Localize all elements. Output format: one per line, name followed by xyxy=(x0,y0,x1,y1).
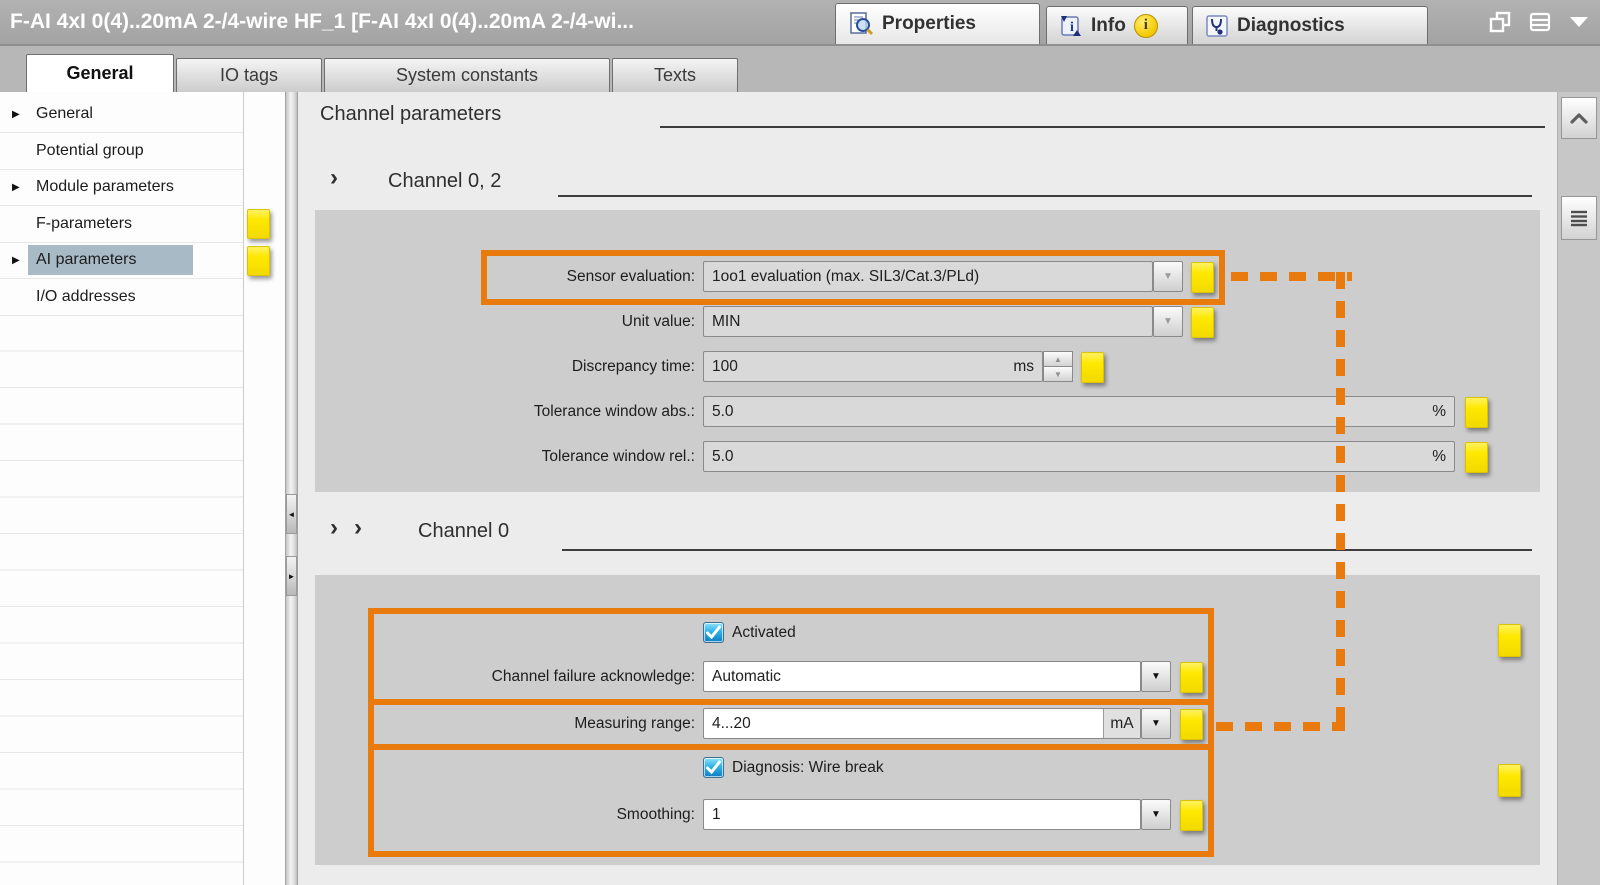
tolerance-abs-unit: % xyxy=(1432,402,1446,420)
section-chevron-icon[interactable]: › xyxy=(354,516,362,540)
connector-dash-top xyxy=(1231,272,1352,281)
highlight-box-sensor-evaluation xyxy=(481,250,1225,305)
heading-rule xyxy=(660,126,1545,128)
spin-down-icon[interactable]: ▼ xyxy=(1043,366,1073,382)
collapse-left-icon: ◄ xyxy=(287,509,296,519)
unit-value-label: Unit value: xyxy=(621,313,695,330)
nav-item-label: Module parameters xyxy=(36,178,174,195)
heading-rule xyxy=(558,195,1532,197)
change-marker-ai-parameters xyxy=(247,246,270,276)
section-chevron-icon[interactable]: › xyxy=(330,166,338,190)
tolerance-rel-label: Tolerance window rel.: xyxy=(541,448,695,465)
splitter-collapse-right-button[interactable]: ► xyxy=(286,556,297,596)
unit-value-select[interactable]: MIN xyxy=(703,306,1153,337)
nav-item-ai-parameters[interactable]: ▶ AI parameters xyxy=(0,242,243,279)
connector-dash-vertical xyxy=(1336,272,1345,731)
nav-empty-rows xyxy=(0,315,243,885)
tolerance-abs-label: Tolerance window abs.: xyxy=(533,403,695,420)
highlight-box-diagnosis-smoothing xyxy=(368,744,1214,857)
change-marker-tolerance-rel xyxy=(1465,442,1488,473)
tab-diagnostics-label: Diagnostics xyxy=(1237,14,1345,36)
tolerance-rel-value: 5.0 xyxy=(712,447,734,465)
minimize-pane-icon[interactable] xyxy=(1568,14,1590,30)
spin-up-icon[interactable]: ▲ xyxy=(1043,351,1073,366)
float-pane-icon[interactable] xyxy=(1488,10,1512,34)
info-icon: i xyxy=(1061,15,1081,36)
unit-value-value: MIN xyxy=(712,312,741,330)
subtab-system-constants[interactable]: System constants xyxy=(324,58,610,92)
list-icon xyxy=(1571,210,1587,227)
nav-item-label: General xyxy=(36,105,93,122)
dropdown-arrow-icon: ▼ xyxy=(1163,316,1173,327)
highlight-box-activated-failure-ack xyxy=(368,608,1214,705)
discrepancy-time-unit: ms xyxy=(1013,357,1034,375)
scroll-menu-button[interactable] xyxy=(1561,196,1597,240)
collapse-pane-icon[interactable] xyxy=(1528,10,1552,34)
discrepancy-time-input[interactable]: 100 ms xyxy=(703,351,1043,382)
nav-item-io-addresses[interactable]: I/O addresses xyxy=(0,279,243,316)
subtab-texts[interactable]: Texts xyxy=(612,58,738,92)
tab-diagnostics[interactable]: Diagnostics xyxy=(1192,6,1428,44)
change-marker-tolerance-abs xyxy=(1465,397,1488,428)
nav-item-label: Potential group xyxy=(36,141,144,159)
nav-splitter[interactable] xyxy=(285,92,298,885)
subtab-general[interactable]: General xyxy=(26,54,174,92)
subtab-io-tags-label: IO tags xyxy=(219,65,279,85)
module-title: F-AI 4xI 0(4)..20mA 2-/4-wire HF_1 [F-AI… xyxy=(10,10,634,33)
chevron-up-icon xyxy=(1570,113,1588,124)
inspector-window: F-AI 4xI 0(4)..20mA 2-/4-wire HF_1 [F-AI… xyxy=(0,0,1600,885)
splitter-collapse-left-button[interactable]: ◄ xyxy=(286,494,297,534)
expand-arrow-icon[interactable]: ▶ xyxy=(12,255,20,266)
info-alert-icon: i xyxy=(1133,13,1158,38)
tolerance-abs-value: 5.0 xyxy=(712,402,734,420)
discrepancy-time-value: 100 xyxy=(712,357,738,375)
tab-properties[interactable]: Properties xyxy=(835,3,1040,44)
unit-value-dropdown-button[interactable]: ▼ xyxy=(1153,306,1183,337)
nav-item-label: F-parameters xyxy=(36,214,133,232)
collapse-right-icon: ► xyxy=(287,571,296,581)
change-marker-f-parameters xyxy=(247,209,270,239)
section2-heading: Channel 0 xyxy=(418,520,510,542)
change-marker-discrepancy-time xyxy=(1081,352,1104,383)
discrepancy-time-spinner[interactable]: ▲ ▼ xyxy=(1043,351,1073,382)
titlebar: F-AI 4xI 0(4)..20mA 2-/4-wire HF_1 [F-AI… xyxy=(0,0,1600,46)
change-marker-diagnosis xyxy=(1498,764,1521,797)
tolerance-rel-unit: % xyxy=(1432,447,1446,465)
expand-arrow-icon[interactable]: ▶ xyxy=(12,182,20,193)
nav-item-module-parameters[interactable]: ▶ Module parameters xyxy=(0,169,243,206)
tab-info-label: Info xyxy=(1091,14,1126,36)
section-chevron-icon[interactable]: › xyxy=(330,516,338,540)
change-marker-unit-value xyxy=(1191,307,1214,338)
diagnostics-icon xyxy=(1206,14,1228,37)
subtab-system-constants-label: System constants xyxy=(395,65,539,85)
nav-item-general[interactable]: ▶ General xyxy=(0,96,243,133)
highlight-box-measuring-range xyxy=(368,699,1214,750)
page-title: Channel parameters xyxy=(320,103,502,125)
heading-rule xyxy=(562,549,1532,551)
nav-item-label: I/O addresses xyxy=(36,287,136,305)
nav-divider xyxy=(243,92,244,885)
change-marker-activated xyxy=(1498,624,1521,657)
expand-arrow-icon[interactable]: ▶ xyxy=(12,109,20,120)
scroll-up-button[interactable] xyxy=(1561,97,1597,139)
properties-icon xyxy=(850,12,874,36)
subtab-general-label: General xyxy=(66,63,134,83)
tab-info[interactable]: i Info i xyxy=(1046,6,1188,44)
connector-dash-bottom xyxy=(1216,722,1345,731)
svg-text:i: i xyxy=(1070,20,1074,35)
nav-item-f-parameters[interactable]: F-parameters xyxy=(0,206,243,243)
section1-heading: Channel 0, 2 xyxy=(388,170,502,192)
subtab-texts-label: Texts xyxy=(653,65,696,85)
nav-item-label: AI parameters xyxy=(36,251,137,268)
nav-item-potential-group[interactable]: Potential group xyxy=(0,133,243,170)
tab-properties-label: Properties xyxy=(882,13,976,34)
pane-controls xyxy=(1488,10,1590,34)
subtab-io-tags[interactable]: IO tags xyxy=(176,58,322,92)
subtab-bar: General IO tags System constants Texts xyxy=(0,46,1600,92)
discrepancy-time-label: Discrepancy time: xyxy=(571,358,695,375)
